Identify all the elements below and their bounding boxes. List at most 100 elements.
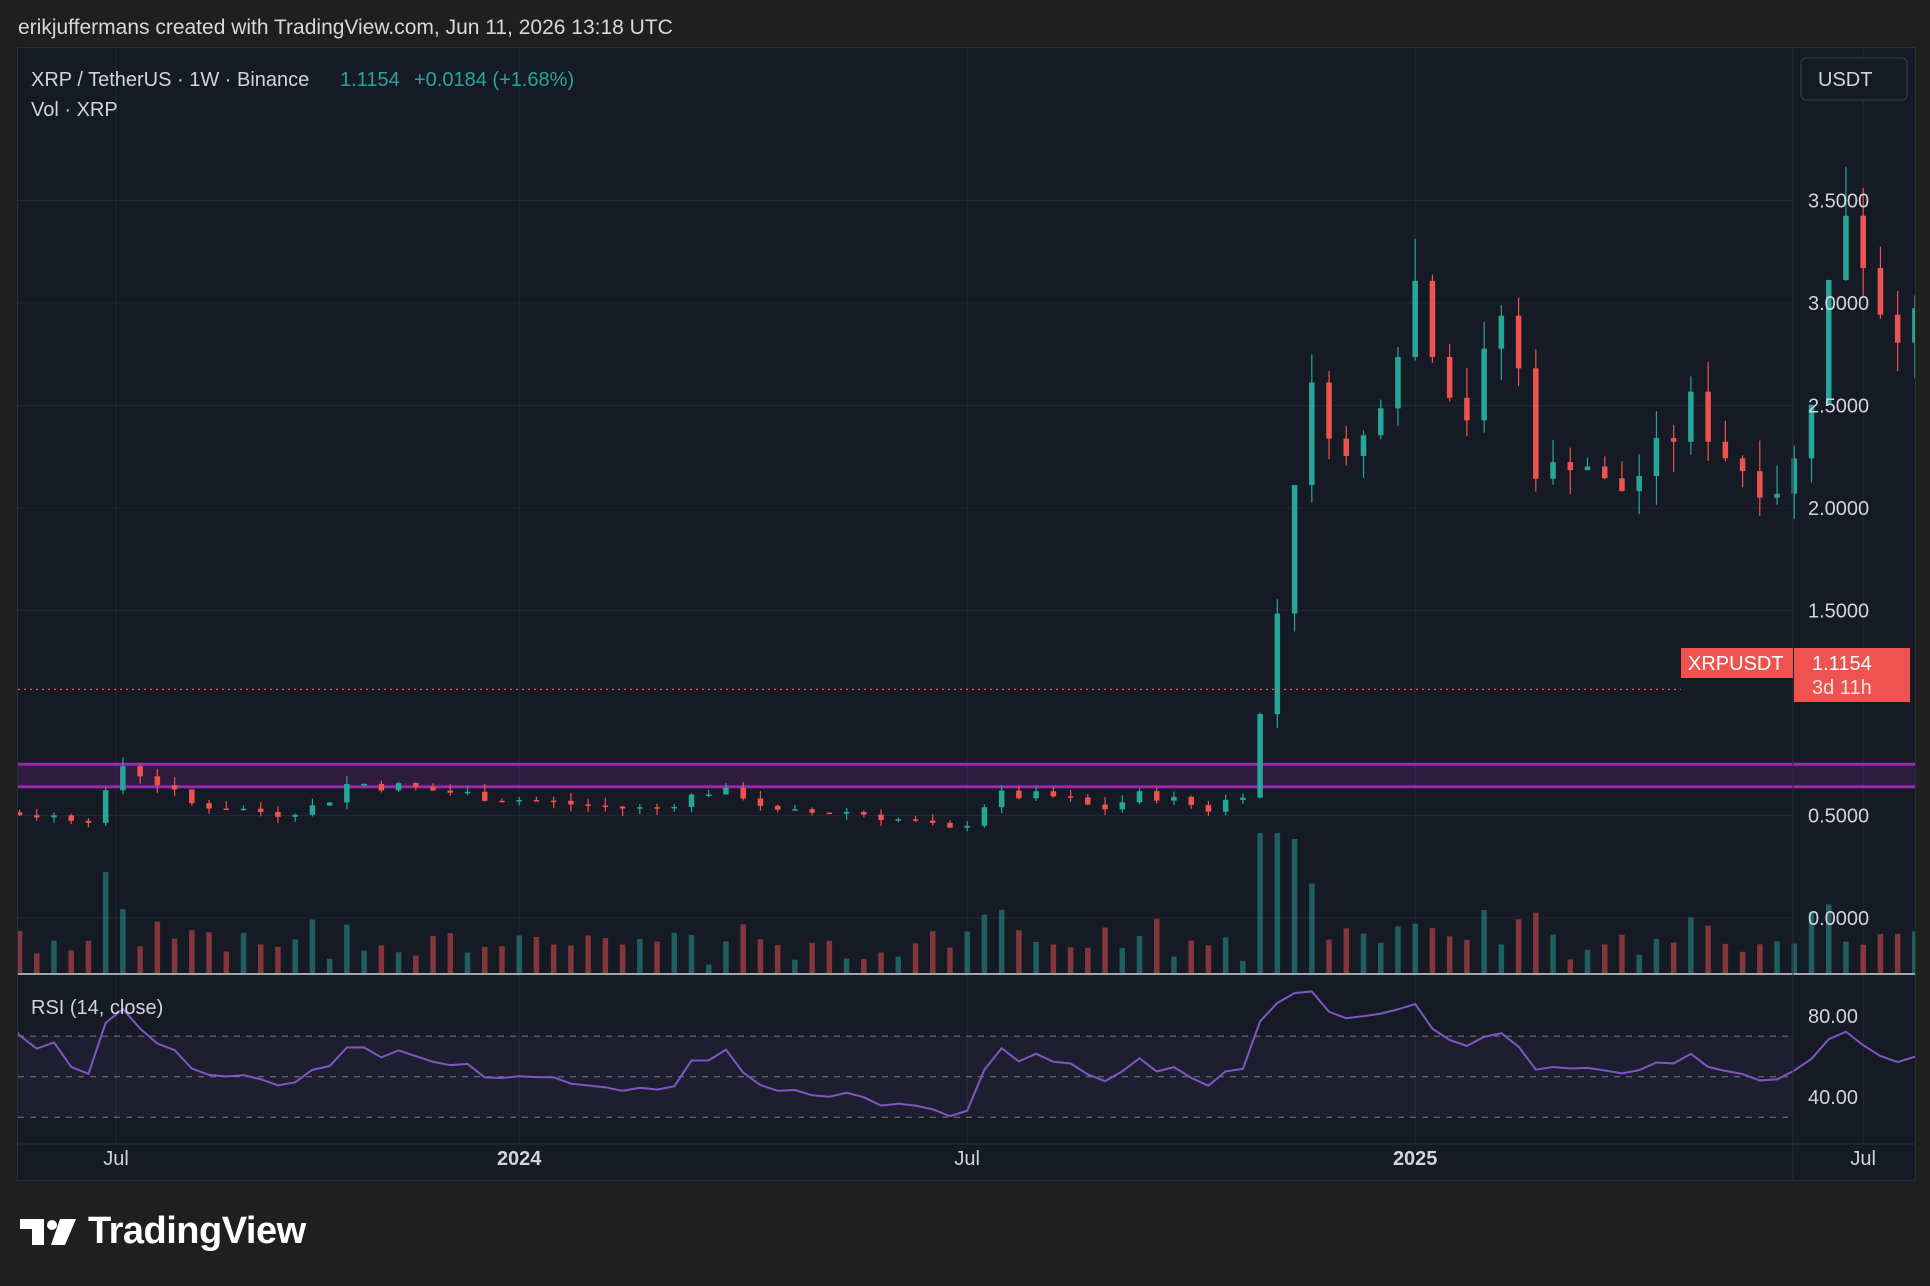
volume-bar <box>1877 934 1884 973</box>
volume-bar <box>102 872 109 973</box>
candle-body <box>1688 391 1694 442</box>
price-tick-label: 1.5000 <box>1808 601 1869 623</box>
candle-body <box>1567 462 1574 471</box>
volume-bar <box>1429 928 1436 973</box>
candle-body <box>1533 368 1539 479</box>
volume-bar <box>1171 956 1177 973</box>
candle-body <box>1705 391 1711 442</box>
price-tick-label: 0.5000 <box>1808 806 1869 828</box>
volume-bar <box>33 953 40 973</box>
candle-body <box>481 791 488 801</box>
symbol-legend[interactable]: XRP / TetherUS · 1W · Binance <box>31 69 309 91</box>
volume-bar <box>688 934 695 973</box>
candle-body <box>1326 382 1332 439</box>
candle-body <box>1257 714 1263 798</box>
candle-body <box>1033 791 1039 799</box>
candle-body <box>671 806 678 809</box>
tradingview-logo-icon <box>20 1218 76 1245</box>
candle-body <box>516 800 522 802</box>
volume-bar <box>499 946 505 973</box>
candle-body <box>1309 382 1315 486</box>
candle-body <box>68 815 74 821</box>
rsi-legend[interactable]: RSI (14, close) <box>31 997 163 1019</box>
volume-bar <box>774 945 781 973</box>
volume-bar <box>1205 945 1212 973</box>
candle-body <box>654 807 660 809</box>
candle-body <box>18 812 23 816</box>
chart-canvas[interactable]: 3.5000 3.0000 2.5000 2.0000 1.5000 0.5000 0.00… <box>18 48 1915 1180</box>
candle-body <box>1774 493 1780 498</box>
time-tick-label: Jul <box>103 1148 129 1170</box>
volume-bar <box>1584 949 1591 973</box>
volume-bar <box>1791 943 1798 973</box>
volume-bar <box>1446 936 1453 973</box>
candle-body <box>912 819 919 821</box>
candle-body <box>1877 268 1884 315</box>
chart-panel[interactable]: 3.5000 3.0000 2.5000 2.0000 1.5000 0.5000 0.00… <box>17 47 1916 1181</box>
last-price-legend: 1.1154 <box>340 69 400 91</box>
volume-bar <box>1739 951 1746 973</box>
volume-bar <box>1515 919 1522 973</box>
volume-bar <box>481 947 488 973</box>
volume-bar <box>619 944 626 973</box>
candle-body <box>809 809 815 813</box>
volume-bar <box>843 958 850 973</box>
candle-body <box>1894 314 1901 343</box>
volume-bar <box>912 943 919 973</box>
candle-body <box>1464 397 1470 421</box>
candle-body <box>1291 485 1298 614</box>
candle-body <box>1515 315 1522 369</box>
candle-body <box>550 800 557 803</box>
time-tick-label: Jul <box>1850 1148 1876 1170</box>
candlestick-series[interactable] <box>18 166 1915 833</box>
volume-bar <box>206 932 212 973</box>
candle-body <box>929 820 936 823</box>
time-tick-label: 2025 <box>1393 1148 1438 1170</box>
time-tick-label: Jul <box>954 1148 980 1170</box>
candle-body <box>1860 215 1866 269</box>
volume-bar <box>1619 934 1625 973</box>
candle-body <box>499 800 505 803</box>
candle-body <box>378 783 385 791</box>
candle-body <box>1153 791 1160 801</box>
candle-body <box>189 789 195 804</box>
candle-body <box>1619 478 1625 492</box>
price-tag-countdown: 3d 11h <box>1812 677 1872 699</box>
candle-body <box>774 805 781 810</box>
volume-bar <box>1601 944 1608 973</box>
rsi-tick-label: 40.00 <box>1808 1087 1858 1109</box>
volume-bar <box>189 930 195 973</box>
volume-bar <box>861 958 867 973</box>
candle-body <box>878 814 884 821</box>
attribution-text: erikjuffermans created with TradingView.… <box>18 16 673 39</box>
candle-body <box>585 804 591 806</box>
candle-body <box>1360 435 1367 456</box>
candle-body <box>1395 357 1401 409</box>
candle-body <box>998 790 1005 808</box>
volume-bar <box>1757 944 1763 973</box>
support-boxes <box>18 762 1915 789</box>
volume-bar <box>809 942 815 973</box>
volume-bar <box>1085 947 1091 973</box>
volume-bar <box>1067 947 1074 973</box>
volume-legend[interactable]: Vol · XRP <box>31 99 118 121</box>
tradingview-logo[interactable]: TradingView <box>20 1210 306 1253</box>
volume-bar <box>18 930 23 973</box>
volume-bar <box>1222 937 1229 973</box>
candle-body <box>1722 441 1729 459</box>
candle-body <box>309 805 316 815</box>
candle-body <box>33 815 40 818</box>
candle-body <box>51 815 57 818</box>
candle-body <box>533 800 540 802</box>
price-tag-symbol: XRPUSDT <box>1688 653 1784 675</box>
candle-body <box>964 825 970 828</box>
currency-button[interactable]: USDT <box>1800 57 1908 101</box>
candle-body <box>1912 308 1915 343</box>
volume-bar <box>1395 926 1401 973</box>
volume-bar <box>240 932 247 973</box>
candle-body <box>85 820 92 823</box>
volume-bar <box>51 940 57 973</box>
volume-bar <box>1153 918 1160 973</box>
volume-bar <box>1050 944 1057 973</box>
volume-bar <box>1843 941 1849 973</box>
